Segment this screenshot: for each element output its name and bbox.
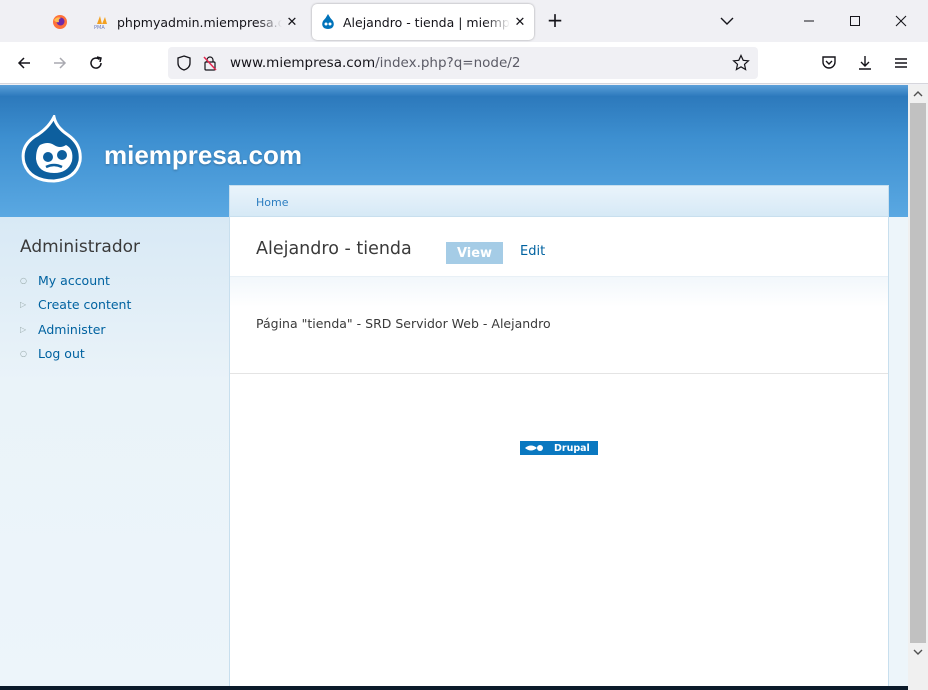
maximize-button[interactable] (832, 6, 878, 36)
triangle-bullet-icon: ▷ (20, 324, 27, 334)
sidebar-menu: ○ My account ▷ Create content ▷ Administer … (20, 268, 131, 366)
back-button[interactable] (12, 51, 36, 75)
url-text[interactable]: www.miempresa.com/index.php?q=node/2 (230, 55, 520, 71)
breadcrumb: Home (230, 186, 888, 217)
sidebar-title: Administrador (20, 237, 141, 257)
menu-icon[interactable] (889, 51, 913, 75)
circle-bullet-icon: ○ (20, 349, 27, 359)
tab-edit[interactable]: Edit (520, 244, 545, 259)
forward-button[interactable] (48, 51, 72, 75)
sidebar-item-label[interactable]: Administer (38, 322, 106, 337)
scrollbar-thumb[interactable] (910, 103, 926, 643)
main-content: Home Alejandro - tienda View Edit Página… (229, 185, 889, 690)
page-title: Alejandro - tienda (256, 239, 412, 259)
close-window-button[interactable] (878, 6, 924, 36)
minimize-button[interactable] (786, 6, 832, 36)
sidebar-item-administer[interactable]: ▷ Administer (20, 317, 131, 342)
node-body-text: Página "tienda" - SRD Servidor Web - Ale… (256, 316, 551, 331)
sidebar-item-create-content[interactable]: ▷ Create content (20, 293, 131, 318)
tab-title: phpmyadmin.miempresa.com (117, 14, 282, 30)
scroll-down-arrow-icon[interactable] (908, 643, 928, 660)
divider (230, 373, 888, 374)
taskbar-edge (0, 686, 908, 690)
scroll-up-arrow-icon[interactable] (908, 85, 928, 102)
title-shadow (230, 277, 888, 307)
pma-icon: PMA (94, 14, 110, 30)
tab-phpmyadmin[interactable]: PMA phpmyadmin.miempresa.com ✕ (86, 4, 306, 40)
vertical-scrollbar[interactable] (908, 85, 928, 690)
svg-text:PMA: PMA (94, 25, 105, 29)
sidebar-item-label[interactable]: Log out (38, 346, 85, 361)
address-bar[interactable]: www.miempresa.com/index.php?q=node/2 (168, 47, 758, 79)
close-tab-icon[interactable]: ✕ (282, 15, 302, 30)
sidebar-item-my-account[interactable]: ○ My account (20, 268, 131, 293)
drupal-badge-icon (525, 445, 543, 451)
circle-bullet-icon: ○ (20, 275, 27, 285)
page-viewport: miempresa.com Administrador ○ My account … (0, 85, 908, 690)
tab-title: Alejandro - tienda | miempresa.com (343, 14, 510, 30)
site-name[interactable]: miempresa.com (104, 140, 302, 171)
header-topline (0, 85, 908, 97)
sidebar-item-log-out[interactable]: ○ Log out (20, 342, 131, 367)
reload-button[interactable] (84, 51, 108, 75)
drupal-icon (320, 14, 336, 30)
bookmark-star-icon[interactable] (732, 54, 750, 76)
new-tab-button[interactable]: + (544, 10, 566, 32)
sidebar-item-label[interactable]: Create content (38, 297, 131, 312)
drupal-logo[interactable] (20, 112, 84, 187)
list-all-tabs-icon[interactable] (718, 12, 736, 30)
drupal-badge-label: Drupal (554, 442, 590, 454)
url-path: /index.php?q=node/2 (375, 55, 521, 71)
breadcrumb-home-link[interactable]: Home (256, 196, 288, 209)
insecure-lock-icon[interactable] (202, 55, 218, 75)
url-domain: www.miempresa.com (230, 55, 376, 71)
tab-view[interactable]: View (446, 242, 503, 264)
pocket-icon[interactable] (817, 51, 841, 75)
downloads-icon[interactable] (853, 51, 877, 75)
navigation-toolbar: www.miempresa.com/index.php?q=node/2 (0, 42, 928, 84)
tracking-protection-shield-icon[interactable] (176, 55, 192, 75)
firefox-view-icon[interactable] (44, 8, 76, 36)
tab-alejandro-tienda[interactable]: Alejandro - tienda | miempresa.com ✕ (312, 4, 534, 40)
tab-strip: PMA phpmyadmin.miempresa.com ✕ Alejandro… (0, 0, 928, 42)
triangle-bullet-icon: ▷ (20, 300, 27, 310)
powered-by-drupal-badge[interactable]: Drupal (520, 441, 598, 455)
close-tab-icon[interactable]: ✕ (510, 15, 530, 30)
sidebar-item-label[interactable]: My account (38, 273, 110, 288)
